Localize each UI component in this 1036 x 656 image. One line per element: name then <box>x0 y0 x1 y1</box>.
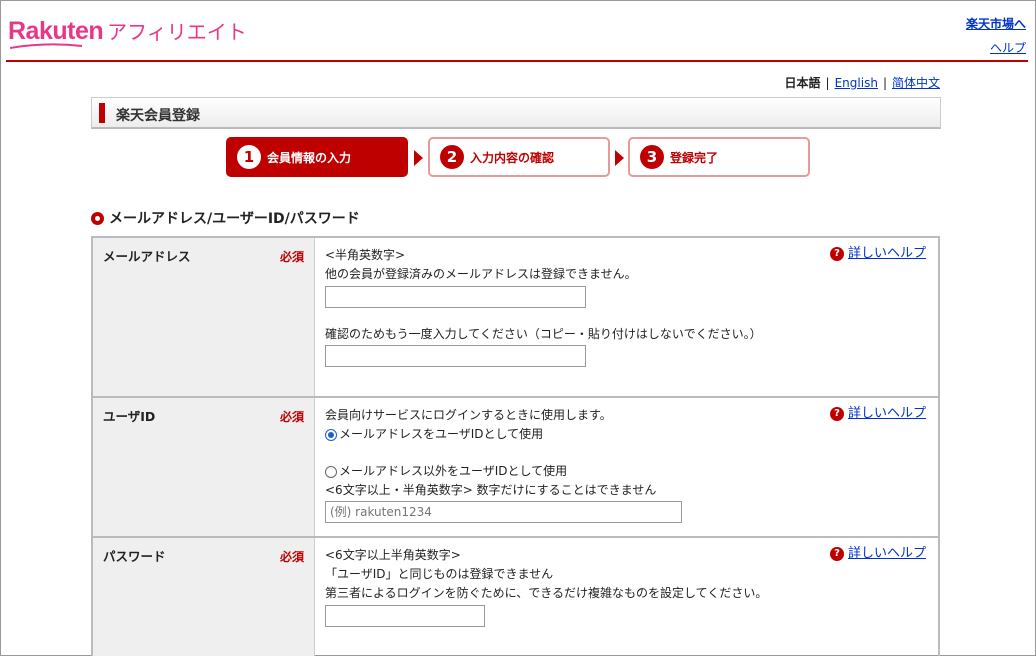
step-label: 入力内容の確認 <box>470 150 555 165</box>
help-question-icon: ? <box>829 406 844 421</box>
password-label-cell: パスワード 必須 <box>93 538 315 656</box>
site-header: Rakuten アフィリエイト 楽天市場へ ヘルプ <box>0 0 1034 64</box>
help-question-icon: ? <box>829 246 844 261</box>
lang-chinese-link[interactable]: 简体中文 <box>892 76 940 90</box>
lang-japanese: 日本語 <box>784 76 821 90</box>
userid-row: ユーザID 必須 ? 詳しいヘルプ 会員向けサービスにログインするときに使用しま… <box>93 398 938 538</box>
userid-help-link[interactable]: 詳しいヘルプ <box>848 404 926 423</box>
userid-option-email[interactable]: メールアドレスをユーザIDとして使用 <box>325 425 928 444</box>
email-label: メールアドレス <box>103 249 191 264</box>
step-3-complete: 3 登録完了 <box>628 137 810 177</box>
step-number: 2 <box>440 145 464 169</box>
step-number: 3 <box>640 145 664 169</box>
password-security-note: 第三者によるログインを防ぐために、できるだけ複雑なものを設定してください。 <box>325 586 768 600</box>
language-switcher: 日本語 | English | 简体中文 <box>785 74 940 91</box>
email-help-link[interactable]: 詳しいヘルプ <box>848 244 926 263</box>
lang-separator: | <box>882 76 887 90</box>
email-input[interactable] <box>325 286 586 308</box>
userid-option-email-label: メールアドレスをユーザIDとして使用 <box>339 427 544 441</box>
header-divider <box>6 60 1028 62</box>
section-heading: メールアドレス/ユーザーID/パスワード <box>91 208 360 228</box>
step-arrow-icon <box>414 150 423 166</box>
password-content-cell: ? 詳しいヘルプ <6文字以上半角英数字> 「ユーザID」と同じものは登録できま… <box>315 538 938 656</box>
password-help-link[interactable]: 詳しいヘルプ <box>848 544 926 563</box>
help-link[interactable]: ヘルプ <box>990 41 1026 55</box>
step-number: 1 <box>237 145 261 169</box>
top-links: 楽天市場へ ヘルプ <box>966 12 1026 60</box>
required-badge: 必須 <box>279 550 304 564</box>
email-help: ? 詳しいヘルプ <box>829 244 926 263</box>
userid-input[interactable] <box>325 501 682 523</box>
userid-format-note: <6文字以上・半角英数字> 数字だけにすることはできません <box>325 483 657 497</box>
userid-help: ? 詳しいヘルプ <box>829 404 926 423</box>
password-help: ? 詳しいヘルプ <box>829 544 926 563</box>
help-question-icon: ? <box>829 546 844 561</box>
email-content-cell: ? 詳しいヘルプ <半角英数字> 他の会員が登録済みのメールアドレスは登録できま… <box>315 238 938 396</box>
registration-form: メールアドレス 必須 ? 詳しいヘルプ <半角英数字> 他の会員が登録済みのメー… <box>91 236 940 656</box>
userid-option-custom-label: メールアドレス以外をユーザIDとして使用 <box>339 464 568 478</box>
section-bullet-icon <box>91 211 104 225</box>
userid-label-cell: ユーザID 必須 <box>93 398 315 536</box>
page-title: 楽天会員登録 <box>116 108 200 124</box>
password-userid-note: 「ユーザID」と同じものは登録できません <box>325 567 554 581</box>
section-title: メールアドレス/ユーザーID/パスワード <box>109 211 360 227</box>
password-row: パスワード 必須 ? 詳しいヘルプ <6文字以上半角英数字> 「ユーザID」と同… <box>93 538 938 656</box>
step-label: 会員情報の入力 <box>267 150 352 165</box>
logo-rakuten-text: Rakuten <box>8 17 104 45</box>
step-arrow-icon <box>615 150 624 166</box>
step-1-input: 1 会員情報の入力 <box>226 137 408 177</box>
rakuten-affiliate-logo[interactable]: Rakuten アフィリエイト <box>8 16 247 46</box>
email-confirm-input[interactable] <box>325 345 586 367</box>
required-badge: 必須 <box>279 410 304 424</box>
step-label: 登録完了 <box>670 150 719 165</box>
lang-separator: | <box>825 76 830 90</box>
page-title-bar: 楽天会員登録 <box>91 97 941 129</box>
userid-option-custom[interactable]: メールアドレス以外をユーザIDとして使用 <box>325 462 928 481</box>
userid-label: ユーザID <box>103 409 156 424</box>
email-duplicate-note: 他の会員が登録済みのメールアドレスは登録できません。 <box>325 267 637 281</box>
step-2-confirm: 2 入力内容の確認 <box>428 137 610 177</box>
rakuten-ichiba-link[interactable]: 楽天市場へ <box>966 17 1026 31</box>
email-label-cell: メールアドレス 必須 <box>93 238 315 396</box>
password-label: パスワード <box>103 549 166 564</box>
logo-swoosh-icon <box>10 43 82 49</box>
userid-content-cell: ? 詳しいヘルプ 会員向けサービスにログインするときに使用します。 メールアドレ… <box>315 398 938 536</box>
email-confirm-note: 確認のためもう一度入力してください（コピー・貼り付けはしないでください。） <box>325 327 762 341</box>
email-row: メールアドレス 必須 ? 詳しいヘルプ <半角英数字> 他の会員が登録済みのメー… <box>93 238 938 398</box>
password-input[interactable] <box>325 605 485 627</box>
lang-english-link[interactable]: English <box>835 76 878 90</box>
logo-affiliate-text: アフィリエイト <box>107 20 247 44</box>
radio-selected[interactable] <box>325 428 337 441</box>
required-badge: 必須 <box>279 250 304 264</box>
radio-unselected[interactable] <box>325 465 337 478</box>
title-accent-mark <box>99 103 105 123</box>
